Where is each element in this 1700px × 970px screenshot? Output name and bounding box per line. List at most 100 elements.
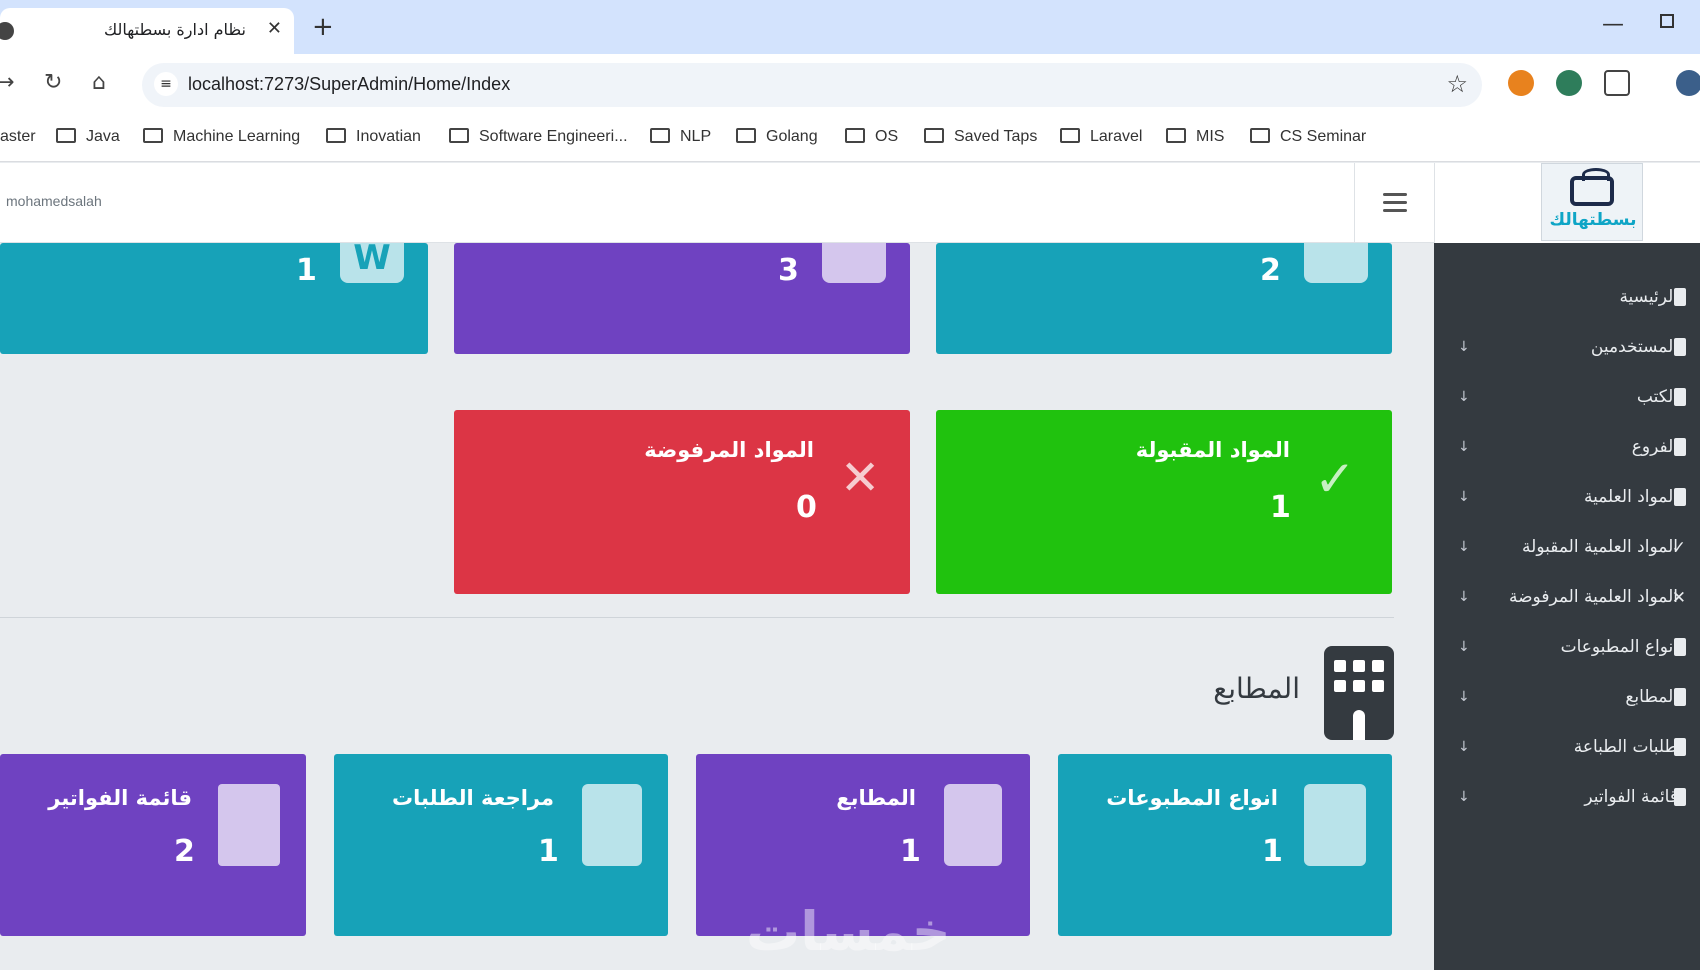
bookmark-folder[interactable]: Golang — [736, 128, 818, 146]
sidebar-item-print-types[interactable]: انواع المطبوعات — [1561, 637, 1686, 657]
bookmark-label: OS — [875, 128, 899, 145]
arrow-down-icon[interactable]: ↓ — [1458, 589, 1470, 605]
bookmark-folder[interactable]: Inovatian — [326, 128, 421, 146]
arrow-down-icon[interactable]: ↓ — [1458, 789, 1470, 805]
forward-icon[interactable]: → — [0, 70, 14, 95]
print-types-card[interactable]: انواع المطبوعات 1 — [1058, 754, 1392, 936]
folder-icon — [845, 128, 865, 143]
arrow-down-icon[interactable]: ↓ — [1458, 739, 1470, 755]
print-icon — [1674, 738, 1686, 756]
x-icon: ✕ — [1671, 588, 1686, 608]
bookmark-folder[interactable]: CS Seminar — [1250, 128, 1366, 146]
folder-icon — [1166, 128, 1186, 143]
accepted-materials-card[interactable]: المواد المقبولة 1 ✓ — [936, 410, 1392, 594]
sidebar-item-users[interactable]: المستخدمين — [1591, 337, 1686, 357]
folder-icon — [650, 128, 670, 143]
sidebar-item-materials[interactable]: المواد العلمية — [1584, 487, 1686, 507]
bookmark-item[interactable]: aster — [0, 128, 36, 146]
card-value: 2 — [174, 834, 195, 869]
sidebar-item-label: الفروع — [1631, 437, 1678, 457]
card-value: 0 — [796, 490, 817, 525]
extension-icon[interactable] — [1556, 70, 1582, 96]
app-logo[interactable]: بسطتهالك — [1541, 163, 1643, 241]
sidebar-item-books[interactable]: الكتب — [1637, 387, 1686, 407]
sidebar-item-label: المواد العلمية المرفوضة — [1509, 587, 1678, 607]
building-icon — [1674, 688, 1686, 706]
card-value: 1 — [1270, 490, 1291, 525]
minimize-icon[interactable]: — — [1602, 12, 1624, 37]
bookmark-folder[interactable]: Software Engineeri... — [449, 128, 628, 146]
bookmark-folder[interactable]: NLP — [650, 128, 711, 146]
card-label: مراجعة الطلبات — [392, 786, 554, 810]
bookmark-folder[interactable]: Machine Learning — [143, 128, 300, 146]
username[interactable]: mohamedsalah — [6, 193, 102, 209]
card-value: 1 — [296, 253, 317, 288]
sidebar-item-home[interactable]: الرئيسية — [1619, 287, 1686, 307]
section-title: المطابع — [1213, 672, 1300, 705]
folder-icon — [326, 128, 346, 143]
sidebar: الرئيسية المستخدمين ↓ الكتب ↓ الفروع ↓ ا… — [1434, 243, 1700, 970]
arrow-down-icon[interactable]: ↓ — [1458, 339, 1470, 355]
bookmark-label: Saved Taps — [954, 128, 1038, 145]
reload-icon[interactable]: ↻ — [44, 70, 62, 95]
bookmark-label: Inovatian — [356, 128, 421, 145]
card-value: 1 — [1262, 834, 1283, 869]
building-icon — [944, 784, 1002, 866]
arrow-down-icon[interactable]: ↓ — [1458, 489, 1470, 505]
card-value: 2 — [1260, 253, 1281, 288]
app-header — [0, 163, 1434, 243]
word-icon: W — [340, 241, 404, 283]
sidebar-item-invoices[interactable]: قائمة الفواتير — [1584, 787, 1686, 807]
bookmark-folder[interactable]: MIS — [1166, 128, 1224, 146]
stat-card[interactable]: W 1 — [0, 241, 428, 354]
bookmark-folder[interactable]: Saved Taps — [924, 128, 1037, 146]
card-label: المواد المقبولة — [1135, 438, 1290, 462]
card-value: 1 — [538, 834, 559, 869]
sidebar-toggle-button[interactable] — [1354, 163, 1434, 243]
stat-card[interactable]: 2 — [936, 243, 1392, 354]
file-invoice-icon — [582, 784, 642, 866]
logo-text: بسطتهالك — [1549, 210, 1637, 230]
home-icon — [1674, 288, 1686, 306]
review-requests-card[interactable]: مراجعة الطلبات 1 — [334, 754, 668, 936]
maximize-icon[interactable] — [1660, 14, 1674, 28]
folder-icon — [1250, 128, 1270, 143]
sidebar-item-branches[interactable]: الفروع — [1631, 437, 1686, 457]
tab-close-icon[interactable]: ✕ — [267, 18, 282, 39]
bookmarks-bar: aster Java Machine Learning Inovatian So… — [0, 116, 1700, 162]
extensions-puzzle-icon[interactable] — [1604, 70, 1630, 96]
stat-card[interactable]: 3 — [454, 243, 910, 354]
arrow-down-icon[interactable]: ↓ — [1458, 389, 1470, 405]
sidebar-item-print-requests[interactable]: طلبات الطباعة — [1573, 737, 1686, 757]
arrow-down-icon[interactable]: ↓ — [1458, 539, 1470, 555]
sidebar-item-accepted-materials[interactable]: المواد العلمية المقبولة ✓ — [1522, 537, 1686, 558]
folder-icon — [1060, 128, 1080, 143]
bookmark-folder[interactable]: OS — [845, 128, 898, 146]
address-bar[interactable]: ≡ localhost:7273/SuperAdmin/Home/Index ☆ — [142, 63, 1482, 107]
bookmark-label: NLP — [680, 128, 712, 145]
arrow-down-icon[interactable]: ↓ — [1458, 689, 1470, 705]
rejected-materials-card[interactable]: المواد المرفوضة 0 ✕ — [454, 410, 910, 594]
arrow-down-icon[interactable]: ↓ — [1458, 639, 1470, 655]
home-icon[interactable]: ⌂ — [92, 70, 106, 95]
book-icon — [1674, 388, 1686, 406]
sidebar-item-rejected-materials[interactable]: المواد العلمية المرفوضة ✕ — [1509, 587, 1686, 608]
check-icon: ✓ — [1671, 538, 1686, 558]
user-icon — [1674, 338, 1686, 356]
folder-icon — [143, 128, 163, 143]
profile-avatar[interactable] — [1676, 70, 1700, 96]
site-settings-icon[interactable]: ≡ — [154, 72, 178, 96]
invoices-card[interactable]: قائمة الفواتير 2 — [0, 754, 306, 936]
bookmark-folder[interactable]: Laravel — [1060, 128, 1142, 146]
sidebar-item-label: قائمة الفواتير — [1584, 787, 1678, 807]
url-text[interactable]: localhost:7273/SuperAdmin/Home/Index — [188, 74, 510, 95]
bookmark-star-icon[interactable]: ☆ — [1446, 70, 1468, 98]
file-icon — [1304, 784, 1366, 866]
sidebar-item-presses[interactable]: المطابع — [1625, 687, 1686, 707]
browser-tab[interactable]: نظام ادارة بسطتهالك ✕ — [0, 8, 294, 54]
arrow-down-icon[interactable]: ↓ — [1458, 439, 1470, 455]
new-tab-button[interactable]: + — [312, 12, 334, 42]
sidebar-item-label: طلبات الطباعة — [1573, 737, 1678, 757]
metamask-extension-icon[interactable] — [1508, 70, 1534, 96]
bookmark-folder[interactable]: Java — [56, 128, 120, 146]
